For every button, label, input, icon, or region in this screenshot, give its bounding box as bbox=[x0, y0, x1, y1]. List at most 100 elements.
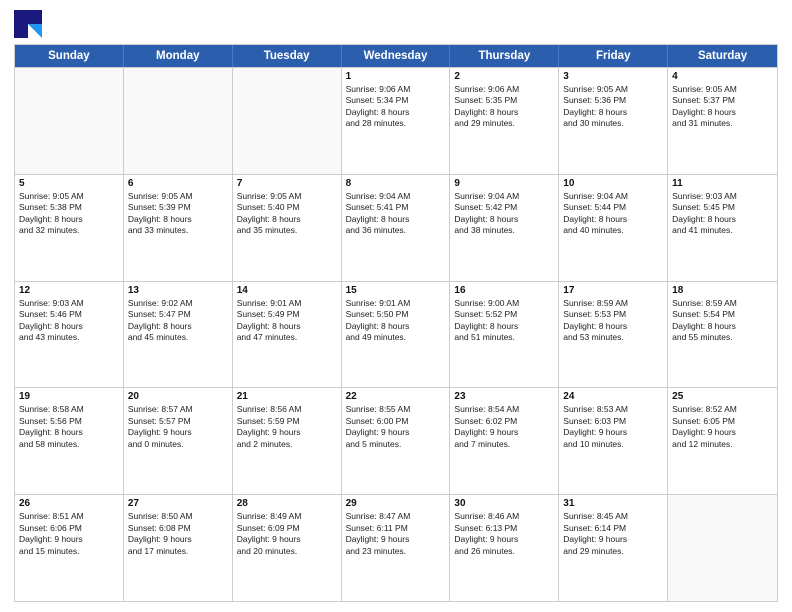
logo bbox=[14, 10, 46, 38]
cell-line: Sunset: 5:44 PM bbox=[563, 202, 663, 213]
cell-line: Sunrise: 8:49 AM bbox=[237, 511, 337, 522]
day-cell-21: 21Sunrise: 8:56 AMSunset: 5:59 PMDayligh… bbox=[233, 388, 342, 494]
day-cell-14: 14Sunrise: 9:01 AMSunset: 5:49 PMDayligh… bbox=[233, 282, 342, 388]
cell-line: Sunset: 6:03 PM bbox=[563, 416, 663, 427]
day-number: 17 bbox=[563, 285, 663, 296]
day-number: 26 bbox=[19, 498, 119, 509]
cell-line: Sunset: 6:05 PM bbox=[672, 416, 773, 427]
cell-line: Daylight: 8 hours bbox=[237, 214, 337, 225]
cell-line: Sunset: 5:35 PM bbox=[454, 95, 554, 106]
empty-cell bbox=[124, 68, 233, 174]
cell-line: Daylight: 8 hours bbox=[19, 214, 119, 225]
week-row-3: 12Sunrise: 9:03 AMSunset: 5:46 PMDayligh… bbox=[15, 281, 777, 388]
cell-line: Sunset: 5:36 PM bbox=[563, 95, 663, 106]
cell-line: and 29 minutes. bbox=[563, 546, 663, 557]
day-cell-24: 24Sunrise: 8:53 AMSunset: 6:03 PMDayligh… bbox=[559, 388, 668, 494]
day-cell-5: 5Sunrise: 9:05 AMSunset: 5:38 PMDaylight… bbox=[15, 175, 124, 281]
cell-line: Sunset: 5:50 PM bbox=[346, 309, 446, 320]
day-cell-15: 15Sunrise: 9:01 AMSunset: 5:50 PMDayligh… bbox=[342, 282, 451, 388]
day-number: 29 bbox=[346, 498, 446, 509]
cell-line: and 20 minutes. bbox=[237, 546, 337, 557]
day-cell-2: 2Sunrise: 9:06 AMSunset: 5:35 PMDaylight… bbox=[450, 68, 559, 174]
cell-line: and 38 minutes. bbox=[454, 225, 554, 236]
day-number: 10 bbox=[563, 178, 663, 189]
cell-line: Daylight: 9 hours bbox=[672, 427, 773, 438]
cell-line: Daylight: 9 hours bbox=[128, 427, 228, 438]
day-cell-10: 10Sunrise: 9:04 AMSunset: 5:44 PMDayligh… bbox=[559, 175, 668, 281]
day-number: 31 bbox=[563, 498, 663, 509]
cell-line: and 43 minutes. bbox=[19, 332, 119, 343]
empty-cell bbox=[15, 68, 124, 174]
cell-line: and 23 minutes. bbox=[346, 546, 446, 557]
day-cell-30: 30Sunrise: 8:46 AMSunset: 6:13 PMDayligh… bbox=[450, 495, 559, 601]
day-cell-17: 17Sunrise: 8:59 AMSunset: 5:53 PMDayligh… bbox=[559, 282, 668, 388]
cell-line: Sunrise: 9:05 AM bbox=[672, 84, 773, 95]
day-header-wednesday: Wednesday bbox=[342, 45, 451, 67]
cell-line: Sunset: 6:06 PM bbox=[19, 523, 119, 534]
cell-line: Sunset: 5:40 PM bbox=[237, 202, 337, 213]
day-number: 19 bbox=[19, 391, 119, 402]
cell-line: Sunrise: 9:03 AM bbox=[19, 298, 119, 309]
cell-line: and 33 minutes. bbox=[128, 225, 228, 236]
cell-line: Sunset: 5:59 PM bbox=[237, 416, 337, 427]
day-cell-12: 12Sunrise: 9:03 AMSunset: 5:46 PMDayligh… bbox=[15, 282, 124, 388]
cell-line: Daylight: 8 hours bbox=[346, 107, 446, 118]
cell-line: Daylight: 9 hours bbox=[346, 427, 446, 438]
cell-line: Daylight: 8 hours bbox=[346, 214, 446, 225]
cell-line: Sunrise: 8:59 AM bbox=[672, 298, 773, 309]
day-number: 23 bbox=[454, 391, 554, 402]
cell-line: and 10 minutes. bbox=[563, 439, 663, 450]
cell-line: Sunset: 6:13 PM bbox=[454, 523, 554, 534]
cell-line: and 51 minutes. bbox=[454, 332, 554, 343]
day-cell-19: 19Sunrise: 8:58 AMSunset: 5:56 PMDayligh… bbox=[15, 388, 124, 494]
day-cell-3: 3Sunrise: 9:05 AMSunset: 5:36 PMDaylight… bbox=[559, 68, 668, 174]
day-cell-6: 6Sunrise: 9:05 AMSunset: 5:39 PMDaylight… bbox=[124, 175, 233, 281]
cell-line: and 12 minutes. bbox=[672, 439, 773, 450]
day-cell-25: 25Sunrise: 8:52 AMSunset: 6:05 PMDayligh… bbox=[668, 388, 777, 494]
cell-line: Daylight: 8 hours bbox=[672, 321, 773, 332]
week-row-1: 1Sunrise: 9:06 AMSunset: 5:34 PMDaylight… bbox=[15, 67, 777, 174]
cell-line: and 30 minutes. bbox=[563, 118, 663, 129]
cell-line: Sunrise: 9:04 AM bbox=[454, 191, 554, 202]
cell-line: and 36 minutes. bbox=[346, 225, 446, 236]
cell-line: and 47 minutes. bbox=[237, 332, 337, 343]
cell-line: Sunrise: 9:03 AM bbox=[672, 191, 773, 202]
cell-line: and 5 minutes. bbox=[346, 439, 446, 450]
day-cell-28: 28Sunrise: 8:49 AMSunset: 6:09 PMDayligh… bbox=[233, 495, 342, 601]
cell-line: Daylight: 8 hours bbox=[454, 321, 554, 332]
cell-line: Sunrise: 8:59 AM bbox=[563, 298, 663, 309]
cell-line: Daylight: 8 hours bbox=[128, 214, 228, 225]
cell-line: Daylight: 9 hours bbox=[454, 534, 554, 545]
cell-line: Sunset: 5:38 PM bbox=[19, 202, 119, 213]
cell-line: Sunset: 5:37 PM bbox=[672, 95, 773, 106]
day-number: 30 bbox=[454, 498, 554, 509]
day-cell-18: 18Sunrise: 8:59 AMSunset: 5:54 PMDayligh… bbox=[668, 282, 777, 388]
cell-line: Sunrise: 9:05 AM bbox=[237, 191, 337, 202]
cell-line: Daylight: 9 hours bbox=[454, 427, 554, 438]
cell-line: and 45 minutes. bbox=[128, 332, 228, 343]
cell-line: Sunset: 5:52 PM bbox=[454, 309, 554, 320]
week-row-2: 5Sunrise: 9:05 AMSunset: 5:38 PMDaylight… bbox=[15, 174, 777, 281]
cell-line: Sunrise: 8:51 AM bbox=[19, 511, 119, 522]
cell-line: Sunrise: 9:06 AM bbox=[454, 84, 554, 95]
cell-line: Sunrise: 8:53 AM bbox=[563, 404, 663, 415]
day-number: 15 bbox=[346, 285, 446, 296]
day-header-thursday: Thursday bbox=[450, 45, 559, 67]
cell-line: Sunrise: 9:04 AM bbox=[563, 191, 663, 202]
cell-line: and 31 minutes. bbox=[672, 118, 773, 129]
cell-line: Sunset: 6:02 PM bbox=[454, 416, 554, 427]
day-header-monday: Monday bbox=[124, 45, 233, 67]
day-header-sunday: Sunday bbox=[15, 45, 124, 67]
day-cell-13: 13Sunrise: 9:02 AMSunset: 5:47 PMDayligh… bbox=[124, 282, 233, 388]
cell-line: and 0 minutes. bbox=[128, 439, 228, 450]
day-cell-23: 23Sunrise: 8:54 AMSunset: 6:02 PMDayligh… bbox=[450, 388, 559, 494]
cell-line: Sunset: 6:09 PM bbox=[237, 523, 337, 534]
cell-line: Sunrise: 9:01 AM bbox=[346, 298, 446, 309]
cell-line: Sunrise: 8:57 AM bbox=[128, 404, 228, 415]
cell-line: Sunset: 5:56 PM bbox=[19, 416, 119, 427]
day-number: 20 bbox=[128, 391, 228, 402]
cell-line: Sunrise: 9:05 AM bbox=[128, 191, 228, 202]
cell-line: and 40 minutes. bbox=[563, 225, 663, 236]
empty-cell bbox=[233, 68, 342, 174]
day-number: 4 bbox=[672, 71, 773, 82]
